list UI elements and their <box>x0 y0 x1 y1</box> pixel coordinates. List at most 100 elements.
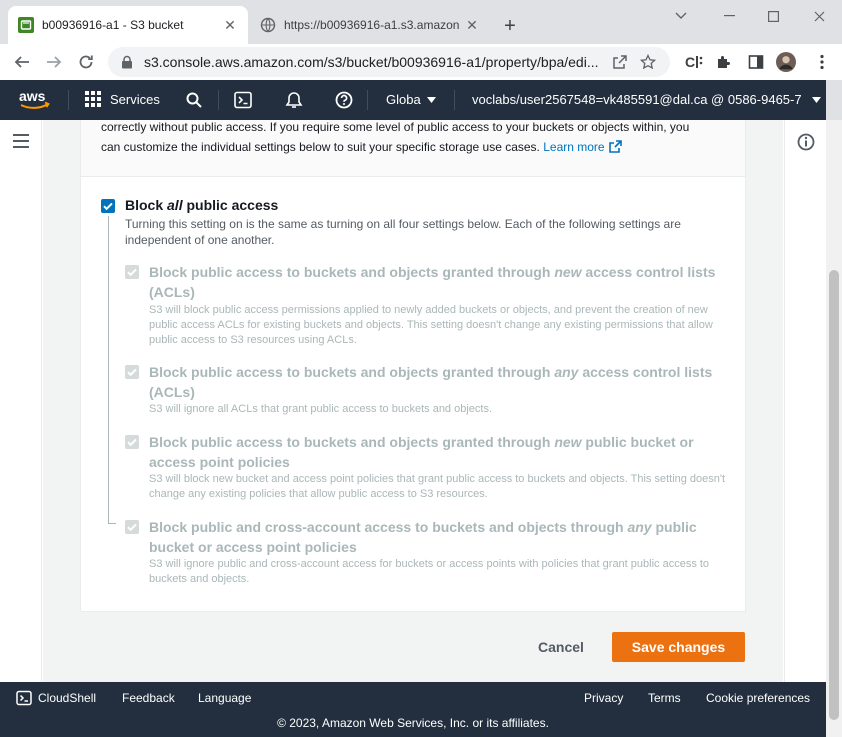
nav-divider <box>454 90 455 110</box>
block-public-access-panel: correctly without public access. If you … <box>80 120 746 612</box>
side-panel-icon[interactable] <box>746 52 766 72</box>
account-label: voclabs/user2567548=vk485591@dal.ca @ 05… <box>472 92 802 107</box>
hamburger-menu-icon[interactable] <box>13 134 29 148</box>
external-link-icon <box>608 140 622 153</box>
footer-copyright: © 2023, Amazon Web Services, Inc. or its… <box>277 716 549 730</box>
notifications-bell-icon[interactable] <box>284 90 304 110</box>
checkmark-icon <box>127 438 137 447</box>
footer-terms-link[interactable]: Terms <box>648 691 681 705</box>
option-new-policies-title: Block public access to buckets and objec… <box>149 432 729 472</box>
option-new-acls-checkbox[interactable] <box>125 265 139 279</box>
scrollbar-thumb[interactable] <box>829 270 839 720</box>
tree-connector-end <box>108 523 116 524</box>
region-label: Globa <box>386 92 421 107</box>
browser-tabstrip: b00936916-a1 - S3 bucket ✕ https://b0093… <box>0 0 842 44</box>
block-all-title-em: all <box>167 197 183 213</box>
forward-icon[interactable] <box>42 50 66 74</box>
nav-divider <box>218 90 219 110</box>
page-scrollbar[interactable] <box>826 120 842 737</box>
browser-tab-active[interactable]: b00936916-a1 - S3 bucket ✕ <box>8 6 248 44</box>
checkmark-icon <box>127 523 137 532</box>
option-any-policies-description: S3 will ignore public and cross-account … <box>149 558 710 585</box>
globe-icon <box>260 17 276 33</box>
option-title-pre: Block public and cross-account access to… <box>149 519 628 535</box>
info-icon[interactable] <box>797 133 815 151</box>
block-all-title: Block all public access <box>125 197 278 213</box>
learn-more-link[interactable]: Learn more <box>543 140 622 154</box>
svg-text:aws: aws <box>19 88 46 104</box>
checkmark-icon <box>127 368 137 377</box>
caret-down-icon <box>811 96 821 103</box>
services-menu[interactable]: Services <box>84 90 160 108</box>
intro-line-1: correctly without public access. If you … <box>101 120 690 134</box>
maximize-icon[interactable] <box>758 6 788 26</box>
option-any-policies-checkbox[interactable] <box>125 520 139 534</box>
option-any-policies-title: Block public and cross-account access to… <box>149 517 729 557</box>
nav-divider <box>367 90 368 110</box>
caret-down-icon <box>426 96 436 103</box>
block-all-title-post: public access <box>182 197 279 213</box>
reload-icon[interactable] <box>74 50 98 74</box>
save-changes-button[interactable]: Save changes <box>612 632 745 662</box>
cancel-button[interactable]: Cancel <box>526 632 596 662</box>
option-title-pre: Block public access to buckets and objec… <box>149 364 555 380</box>
tab-title: https://b00936916-a1.s3.amazon <box>284 18 460 32</box>
option-any-acls-checkbox[interactable] <box>125 365 139 379</box>
tab-close-icon[interactable]: ✕ <box>222 17 238 33</box>
tree-connector <box>108 216 109 524</box>
bookmark-star-icon[interactable] <box>638 52 658 72</box>
footer-language-link[interactable]: Language <box>198 691 251 705</box>
svg-text:C: C <box>685 54 695 70</box>
footer-cookie-preferences-link[interactable]: Cookie preferences <box>706 691 810 705</box>
block-all-checkbox[interactable] <box>101 199 115 213</box>
close-window-icon[interactable] <box>804 6 834 26</box>
option-new-policies-checkbox[interactable] <box>125 435 139 449</box>
option-title-pre: Block public access to buckets and objec… <box>149 434 555 450</box>
browser-toolbar: s3.console.aws.amazon.com/s3/bucket/b009… <box>0 44 842 80</box>
footer-feedback-link[interactable]: Feedback <box>122 691 175 705</box>
nav-divider <box>68 90 69 110</box>
help-icon[interactable] <box>334 90 354 110</box>
block-all-description: Turning this setting on is the same as t… <box>125 217 681 247</box>
tab-close-icon[interactable]: ✕ <box>464 17 480 33</box>
extension-ci-icon[interactable]: C <box>684 52 704 72</box>
address-bar[interactable]: s3.console.aws.amazon.com/s3/bucket/b009… <box>108 47 670 77</box>
intro-line-2-text: can customize the individual settings be… <box>101 140 540 154</box>
account-menu[interactable]: voclabs/user2567548=vk485591@dal.ca @ 05… <box>472 92 821 107</box>
url-text: s3.console.aws.amazon.com/s3/bucket/b009… <box>144 54 599 70</box>
footer-cloudshell[interactable]: CloudShell <box>16 690 96 706</box>
tab-title: b00936916-a1 - S3 bucket <box>42 18 184 32</box>
option-title-em: any <box>627 519 652 535</box>
content-area: correctly without public access. If you … <box>43 120 783 682</box>
option-any-acls-title: Block public access to buckets and objec… <box>149 362 729 402</box>
option-new-acls-title: Block public access to buckets and objec… <box>149 262 729 302</box>
learn-more-label: Learn more <box>543 140 605 154</box>
new-tab-icon[interactable]: + <box>498 14 522 38</box>
cloudshell-icon[interactable] <box>233 90 253 110</box>
option-title-em: new <box>554 434 582 450</box>
left-nav-rail <box>0 120 42 682</box>
back-icon[interactable] <box>10 50 34 74</box>
right-help-rail <box>784 120 826 682</box>
tab-search-chevron-icon[interactable] <box>666 6 696 26</box>
checkmark-icon <box>103 202 113 211</box>
option-title-em: new <box>554 264 582 280</box>
cloudshell-icon <box>16 690 32 706</box>
search-icon[interactable] <box>184 90 204 110</box>
profile-avatar-icon[interactable] <box>776 52 796 72</box>
extensions-puzzle-icon[interactable] <box>714 52 734 72</box>
lock-icon <box>122 55 132 69</box>
footer-cloudshell-label: CloudShell <box>38 691 97 705</box>
services-label: Services <box>110 91 160 107</box>
region-selector[interactable]: Globa <box>386 92 436 107</box>
browser-tab-inactive[interactable]: https://b00936916-a1.s3.amazon ✕ <box>250 6 490 44</box>
intro-line-2: can customize the individual settings be… <box>101 137 622 157</box>
browser-menu-icon[interactable] <box>812 52 832 72</box>
option-title-pre: Block public access to buckets and objec… <box>149 264 555 280</box>
footer-privacy-link[interactable]: Privacy <box>584 691 623 705</box>
share-icon[interactable] <box>610 52 630 72</box>
aws-logo-icon[interactable]: aws <box>18 88 52 112</box>
intro-text: correctly without public access. If you … <box>81 120 745 177</box>
minimize-icon[interactable] <box>714 6 744 26</box>
grid-icon <box>85 91 101 107</box>
